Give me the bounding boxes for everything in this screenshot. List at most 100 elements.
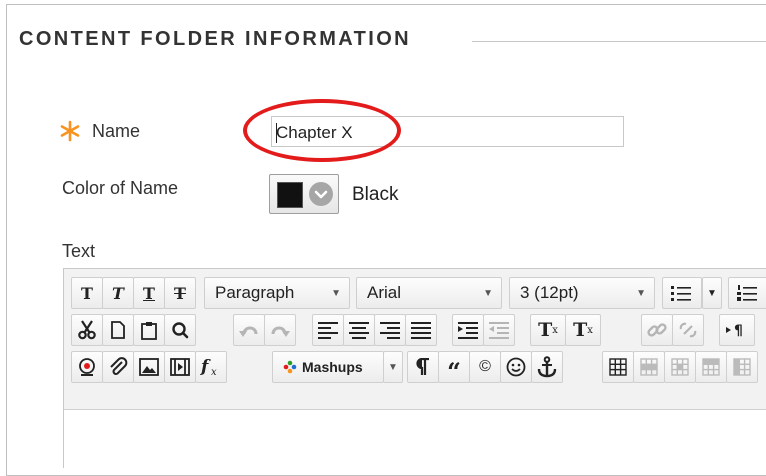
insert-link-button[interactable] <box>641 314 673 346</box>
indent-button[interactable] <box>452 314 484 346</box>
cut-button[interactable] <box>71 314 103 346</box>
smiley-icon <box>506 357 526 377</box>
table-insert-row-icon <box>702 358 720 376</box>
clear-formatting-mark: x <box>587 324 593 336</box>
undo-icon <box>239 326 258 337</box>
justify-button[interactable] <box>405 314 437 346</box>
text-label: Text <box>62 241 96 261</box>
paperclip-icon <box>110 357 128 375</box>
pilcrow-icon <box>416 358 429 375</box>
copyright-glyph: © <box>479 358 491 375</box>
redo-button[interactable] <box>264 314 296 346</box>
table-insert-row-button[interactable] <box>695 351 727 383</box>
anchor-button[interactable] <box>531 351 563 383</box>
color-label: Color of Name <box>62 178 179 198</box>
numbered-list-button[interactable] <box>728 277 766 309</box>
search-icon <box>172 322 189 339</box>
insert-table-button[interactable] <box>602 351 634 383</box>
table-insert-col-icon <box>733 358 751 376</box>
emoticon-button[interactable] <box>500 351 532 383</box>
outdent-button[interactable] <box>483 314 515 346</box>
text-editor: T T T T Paragraph ▼ Arial ▼ 3 (12pt) ▼ ▼ <box>63 268 766 470</box>
chevron-down-icon: ▼ <box>707 287 717 299</box>
color-swatch <box>277 182 303 208</box>
font-size-value: 3 (12pt) <box>520 283 579 302</box>
font-size-dropdown[interactable]: 3 (12pt) ▼ <box>509 277 655 309</box>
clipboard-icon <box>141 321 157 340</box>
align-justify-icon <box>411 322 431 339</box>
image-icon <box>139 358 159 376</box>
insert-video-button[interactable] <box>164 351 196 383</box>
link-icon <box>647 323 667 337</box>
color-value: Black <box>352 184 399 205</box>
webcam-icon <box>79 358 95 376</box>
font-family-value: Arial <box>367 283 402 302</box>
clear-formatting-button[interactable]: Tx <box>565 314 601 346</box>
anchor-icon <box>537 356 557 378</box>
mashups-label: Mashups <box>302 359 363 375</box>
name-input-value: Chapter X <box>276 123 353 142</box>
paragraph-format-value: Paragraph <box>215 283 295 302</box>
math-equation-button[interactable]: fx <box>195 351 227 383</box>
name-label: Name <box>92 121 141 141</box>
bullet-list-dropdown[interactable]: ▼ <box>702 277 722 309</box>
outdent-icon <box>489 322 509 339</box>
clear-formatting-letter: T <box>573 319 588 341</box>
font-family-dropdown[interactable]: Arial ▼ <box>356 277 502 309</box>
editor-content-area[interactable] <box>64 409 766 470</box>
paragraph-mark-button[interactable] <box>407 351 439 383</box>
underline-button[interactable]: T <box>133 277 165 309</box>
align-left-icon <box>318 322 338 339</box>
table-row-icon <box>640 358 658 376</box>
blockquote-button[interactable]: “ <box>438 351 470 384</box>
superscript-button[interactable]: Tx <box>530 314 566 346</box>
copy-button[interactable] <box>102 314 134 346</box>
special-character-button[interactable]: © <box>469 351 501 383</box>
section-title: CONTENT FOLDER INFORMATION <box>19 28 411 50</box>
align-center-button[interactable] <box>343 314 375 346</box>
scissors-icon <box>78 320 96 340</box>
attach-file-button[interactable] <box>102 351 134 383</box>
superscript-letter: T <box>538 319 553 341</box>
section-divider <box>472 41 766 42</box>
table-icon <box>609 358 627 376</box>
insert-image-button[interactable] <box>133 351 165 383</box>
chevron-down-icon <box>309 182 333 206</box>
name-input[interactable]: Chapter X <box>271 116 624 147</box>
mashups-icon <box>283 360 297 374</box>
chevron-down-icon: ▼ <box>388 361 398 373</box>
paragraph-direction-icon: ¶ <box>726 323 743 338</box>
show-blocks-button[interactable]: ¶ <box>719 314 755 346</box>
chevron-down-icon: ▼ <box>483 287 493 299</box>
paragraph-format-dropdown[interactable]: Paragraph ▼ <box>204 277 350 309</box>
unlink-button[interactable] <box>672 314 704 346</box>
record-button[interactable] <box>71 351 103 383</box>
table-insert-col-button[interactable] <box>726 351 758 383</box>
superscript-mark: x <box>552 324 558 336</box>
mashups-dropdown[interactable]: Mashups <box>272 351 384 383</box>
chevron-down-icon: ▼ <box>331 287 341 299</box>
table-cell-props-button[interactable] <box>664 351 696 383</box>
film-icon <box>170 358 190 376</box>
color-picker-button[interactable] <box>269 174 339 214</box>
text-caret <box>276 123 277 143</box>
paste-button[interactable] <box>133 314 165 346</box>
svg-text:f: f <box>200 357 211 377</box>
italic-button[interactable]: T <box>102 277 134 309</box>
chevron-down-icon: ▼ <box>636 287 646 299</box>
mashups-dropdown-arrow[interactable]: ▼ <box>383 351 403 383</box>
bold-button[interactable]: T <box>71 277 103 309</box>
undo-button[interactable] <box>233 314 265 346</box>
align-left-button[interactable] <box>312 314 344 346</box>
align-right-button[interactable] <box>374 314 406 346</box>
align-right-icon <box>380 322 400 339</box>
function-icon: fx <box>200 357 217 377</box>
table-row-props-button[interactable] <box>633 351 665 383</box>
find-button[interactable] <box>164 314 196 346</box>
svg-text:x: x <box>211 367 217 377</box>
indent-icon <box>458 322 478 339</box>
bullet-list-button[interactable] <box>662 277 702 309</box>
strikethrough-button[interactable]: T <box>164 277 196 309</box>
svg-text:¶: ¶ <box>734 323 743 338</box>
required-asterisk-icon <box>60 120 80 142</box>
